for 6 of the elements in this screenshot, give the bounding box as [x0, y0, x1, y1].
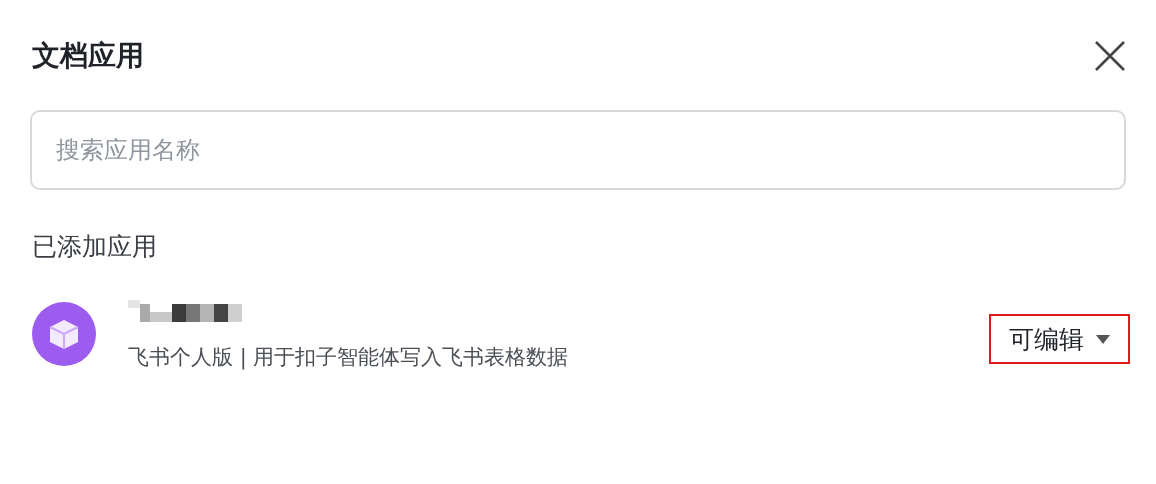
caret-icon — [1096, 334, 1110, 344]
search-field[interactable]: 搜索应用名称 — [30, 110, 1126, 190]
app-description: 飞书个人版 | 用于扣子智能体写入飞书表格数据 — [128, 343, 570, 372]
section-title: 已添加应用 — [32, 232, 157, 261]
dialog-title: 文档应用 — [32, 38, 144, 74]
permission-dropdown[interactable]: 可编辑 — [989, 314, 1130, 365]
